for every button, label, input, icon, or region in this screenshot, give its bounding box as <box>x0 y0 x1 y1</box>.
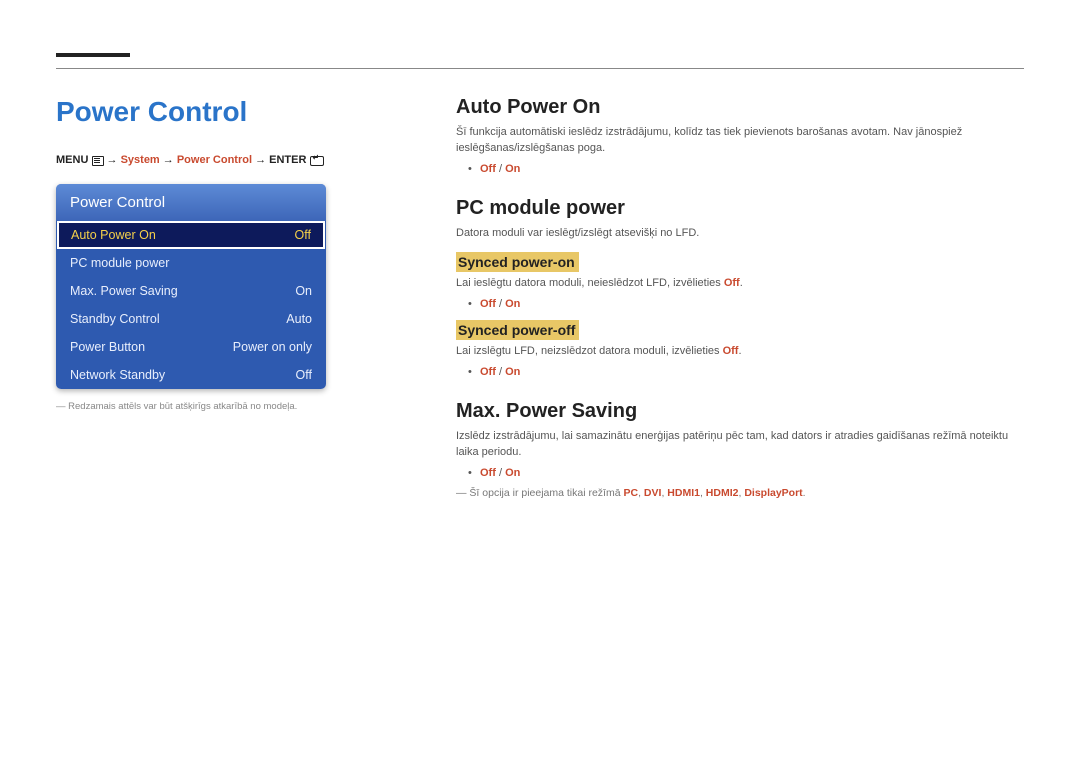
section-max-power-saving: Max. Power Saving Izslēdz izstrādājumu, … <box>456 400 1024 499</box>
menu-icon <box>91 155 103 165</box>
breadcrumb-system: System <box>121 154 160 166</box>
panel-row-power-button[interactable]: Power Button Power on only <box>56 333 326 361</box>
panel-row-max-power-saving[interactable]: Max. Power Saving On <box>56 277 326 305</box>
panel-row-value: Auto <box>286 312 312 326</box>
header-thin-rule <box>56 68 1024 69</box>
panel-row-label: Standby Control <box>70 312 160 326</box>
panel-row-label: Max. Power Saving <box>70 284 178 298</box>
header-thick-rule <box>56 53 130 57</box>
text: . <box>738 345 741 357</box>
text: Lai izslēgtu LFD, neizslēdzot datora mod… <box>456 345 723 357</box>
panel-row-label: Power Button <box>70 340 145 354</box>
panel-title: Power Control <box>56 184 326 221</box>
panel-row-value: Power on only <box>233 340 312 354</box>
text: . <box>740 277 743 289</box>
subheading-synced-power-off: Synced power-off <box>456 320 579 340</box>
panel-row-network-standby[interactable]: Network Standby Off <box>56 361 326 389</box>
inline-off: Off <box>724 277 740 289</box>
page-title: Power Control <box>56 96 376 128</box>
options-max-power-saving: Off / On <box>456 467 1024 479</box>
panel-row-pc-module-power[interactable]: PC module power <box>56 249 326 277</box>
heading-pc-module-power: PC module power <box>456 197 1024 220</box>
breadcrumb: MENU → System → Power Control → ENTER <box>56 154 376 166</box>
option-on: On <box>505 163 520 175</box>
option-off: Off <box>480 298 496 310</box>
mode-displayport: DisplayPort <box>744 487 802 499</box>
subheading-synced-power-on: Synced power-on <box>456 252 579 272</box>
panel-row-label: Network Standby <box>70 368 165 382</box>
panel-row-label: Auto Power On <box>71 228 156 242</box>
panel-row-auto-power-on[interactable]: Auto Power On Off <box>57 221 325 249</box>
mode-availability-note: Šī opcija ir pieejama tikai režīmā PC, D… <box>456 487 1024 499</box>
page-content: Power Control MENU → System → Power Cont… <box>56 96 1024 521</box>
heading-auto-power-on: Auto Power On <box>456 96 1024 119</box>
panel-row-value: Off <box>296 368 312 382</box>
enter-icon <box>309 155 321 165</box>
option-off: Off <box>480 366 496 378</box>
options-synced-power-on: Off / On <box>456 298 1024 310</box>
option-on: On <box>505 298 520 310</box>
breadcrumb-arrow-2: → <box>163 154 174 166</box>
options-auto-power-on: Off / On <box>456 163 1024 175</box>
left-column: Power Control MENU → System → Power Cont… <box>56 96 416 521</box>
text: Šī opcija ir pieejama tikai režīmā <box>469 487 623 499</box>
body-max-power-saving: Izslēdz izstrādājumu, lai samazinātu ene… <box>456 429 1024 461</box>
right-column: Auto Power On Šī funkcija automātiski ie… <box>416 96 1024 521</box>
panel-footnote: Redzamais attēls var būt atšķirīgs atkar… <box>56 401 376 412</box>
option-off: Off <box>480 163 496 175</box>
body-pc-module-power: Datora moduli var ieslēgt/izslēgt atsevi… <box>456 226 1024 242</box>
option-on: On <box>505 467 520 479</box>
section-pc-module-power: PC module power Datora moduli var ieslēg… <box>456 197 1024 378</box>
mode-hdmi2: HDMI2 <box>706 487 739 499</box>
breadcrumb-arrow-3: → <box>255 154 266 166</box>
panel-row-label: PC module power <box>70 256 169 270</box>
text: . <box>803 487 806 499</box>
breadcrumb-power-control: Power Control <box>177 154 252 166</box>
option-off: Off <box>480 467 496 479</box>
power-control-panel: Power Control Auto Power On Off PC modul… <box>56 184 326 389</box>
mode-pc: PC <box>623 487 638 499</box>
options-synced-power-off: Off / On <box>456 366 1024 378</box>
text: Lai ieslēgtu datora moduli, neieslēdzot … <box>456 277 724 289</box>
breadcrumb-menu: MENU <box>56 154 88 166</box>
mode-hdmi1: HDMI1 <box>667 487 700 499</box>
panel-row-value: On <box>295 284 312 298</box>
section-auto-power-on: Auto Power On Šī funkcija automātiski ie… <box>456 96 1024 175</box>
panel-row-value: Off <box>295 228 311 242</box>
option-on: On <box>505 366 520 378</box>
breadcrumb-arrow-1: → <box>107 154 118 166</box>
breadcrumb-enter: ENTER <box>269 154 306 166</box>
panel-row-standby-control[interactable]: Standby Control Auto <box>56 305 326 333</box>
body-auto-power-on: Šī funkcija automātiski ieslēdz izstrādā… <box>456 125 1024 157</box>
mode-dvi: DVI <box>644 487 662 499</box>
heading-max-power-saving: Max. Power Saving <box>456 400 1024 423</box>
inline-off: Off <box>723 345 739 357</box>
body-synced-power-off: Lai izslēgtu LFD, neizslēdzot datora mod… <box>456 344 1024 360</box>
body-synced-power-on: Lai ieslēgtu datora moduli, neieslēdzot … <box>456 276 1024 292</box>
